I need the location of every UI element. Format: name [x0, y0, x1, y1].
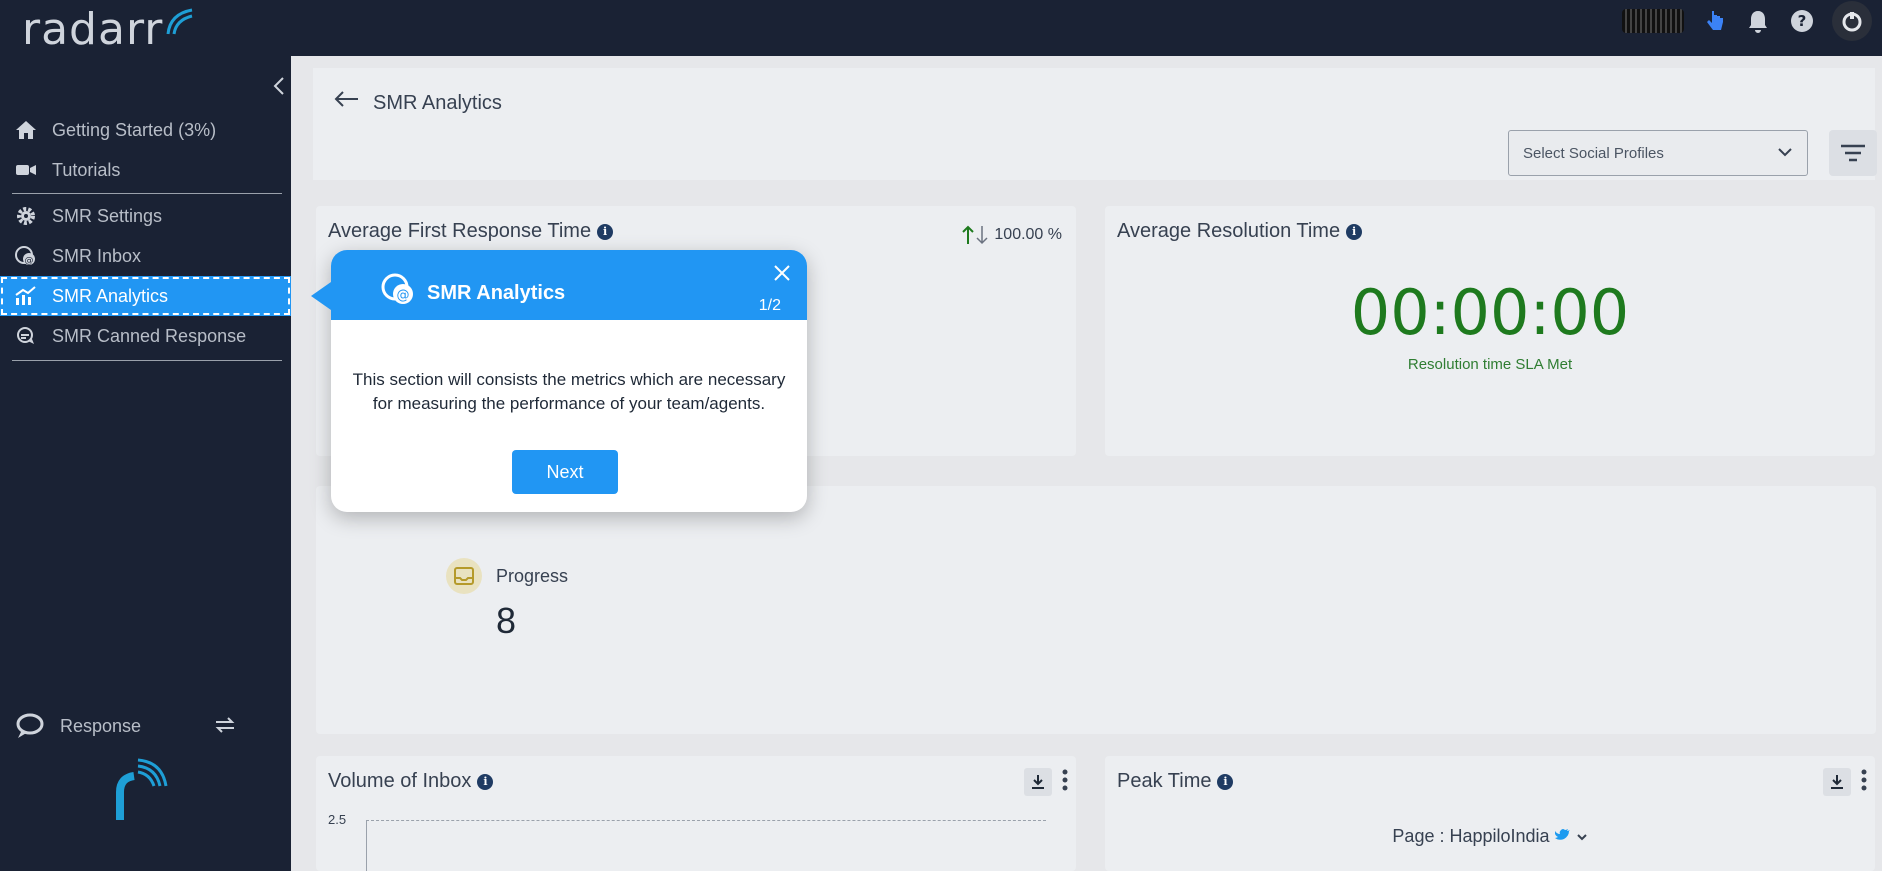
progress-value: 8: [496, 600, 517, 641]
info-icon[interactable]: i: [597, 223, 614, 240]
info-icon[interactable]: i: [1217, 773, 1234, 790]
popover-step-counter: 1/2: [758, 297, 781, 314]
sidebar-item-smr-canned-response[interactable]: SMR Canned Response: [0, 316, 291, 356]
signal-icon: [166, 8, 193, 35]
user-avatar[interactable]: [1832, 1, 1872, 41]
filter-icon: [1841, 144, 1865, 162]
top-bar: radarr ?: [0, 0, 1882, 56]
sidebar-divider: [12, 193, 282, 194]
inbox-chat-icon: @: [0, 245, 52, 267]
more-vertical-icon[interactable]: [1062, 769, 1068, 796]
page-selector[interactable]: Page : HappiloIndia: [1105, 826, 1875, 847]
download-button[interactable]: [1024, 768, 1052, 796]
chevron-down-icon: [1576, 826, 1588, 846]
card-title: Average First Response Time: [328, 220, 592, 242]
sidebar-item-smr-settings[interactable]: SMR Settings: [0, 196, 291, 236]
radarr-small-logo: [112, 756, 172, 831]
sidebar-divider: [12, 360, 282, 361]
collapse-sidebar-icon[interactable]: [272, 76, 286, 101]
page-title: SMR Analytics: [373, 92, 502, 114]
home-icon: [0, 120, 52, 140]
volume-of-inbox-card: Volume of Inbox i 2.5: [316, 756, 1076, 871]
brand-badge-image[interactable]: [1622, 9, 1684, 33]
popover-body: This section will consists the metrics w…: [352, 370, 786, 413]
analytics-icon: [0, 286, 52, 306]
more-vertical-icon[interactable]: [1861, 769, 1867, 796]
inbox-tray-icon: [446, 558, 482, 594]
sidebar-item-getting-started[interactable]: Getting Started (3%): [0, 110, 291, 150]
info-icon[interactable]: i: [477, 773, 494, 790]
smr-chat-icon: @: [379, 272, 417, 311]
download-icon: [1831, 775, 1843, 789]
filter-button[interactable]: [1829, 130, 1877, 176]
bell-icon[interactable]: [1744, 7, 1772, 35]
grid-line: [366, 820, 1046, 821]
sla-status: Resolution time SLA Met: [1407, 356, 1573, 373]
close-icon[interactable]: [773, 262, 791, 288]
svg-text:@: @: [25, 256, 34, 266]
progress-card: Progress 8: [316, 486, 1876, 734]
arrow-left-icon[interactable]: [333, 84, 359, 115]
card-title: Peak Time: [1117, 770, 1212, 792]
gear-icon: [0, 205, 52, 227]
social-profiles-select[interactable]: Select Social Profiles: [1508, 130, 1808, 176]
peak-time-card: Peak Time i Page : HappiloIndia: [1105, 756, 1875, 871]
next-button[interactable]: Next: [512, 450, 618, 494]
help-icon[interactable]: ?: [1788, 7, 1816, 35]
popover-header: @ SMR Analytics 1/2: [331, 250, 807, 320]
resolution-card: Average Resolution Time i 00:00:00 Resol…: [1105, 206, 1875, 456]
radarr-logo[interactable]: radarr: [22, 4, 193, 55]
y-axis-line: [366, 820, 367, 871]
twitter-icon: [1554, 826, 1576, 846]
swap-icon[interactable]: [214, 716, 236, 739]
svg-text:?: ?: [1798, 12, 1807, 30]
info-icon[interactable]: i: [1346, 223, 1363, 240]
page-header: SMR Analytics Select Social Profiles: [313, 68, 1877, 180]
card-title: Volume of Inbox: [328, 770, 472, 792]
sidebar: Getting Started (3%) Tutorials SMR Setti…: [0, 56, 291, 871]
svg-text:@: @: [397, 288, 410, 303]
trend-indicator: 100.00 %: [962, 224, 1062, 246]
sidebar-item-smr-analytics[interactable]: SMR Analytics: [0, 276, 291, 316]
popover-title: SMR Analytics: [427, 282, 566, 304]
onboarding-popover: @ SMR Analytics 1/2 This section will co…: [311, 250, 807, 512]
chevron-down-icon: [1777, 145, 1793, 162]
canned-response-icon: [0, 326, 52, 346]
video-icon: [0, 163, 52, 177]
hand-pointer-icon[interactable]: [1700, 7, 1728, 35]
sidebar-item-tutorials[interactable]: Tutorials: [0, 150, 291, 190]
download-icon: [1032, 775, 1044, 789]
card-title: Average Resolution Time: [1117, 220, 1341, 242]
resolution-time-value: 00:00:00: [1350, 276, 1630, 349]
trend-arrows-icon: [962, 225, 988, 245]
popover-pointer: [311, 282, 331, 310]
y-axis-tick: 2.5: [328, 812, 347, 827]
response-switch[interactable]: Response: [0, 706, 291, 746]
download-button[interactable]: [1823, 768, 1851, 796]
progress-label: Progress: [496, 566, 569, 586]
chat-bubble-icon: [0, 712, 60, 740]
sidebar-item-smr-inbox[interactable]: @ SMR Inbox: [0, 236, 291, 276]
